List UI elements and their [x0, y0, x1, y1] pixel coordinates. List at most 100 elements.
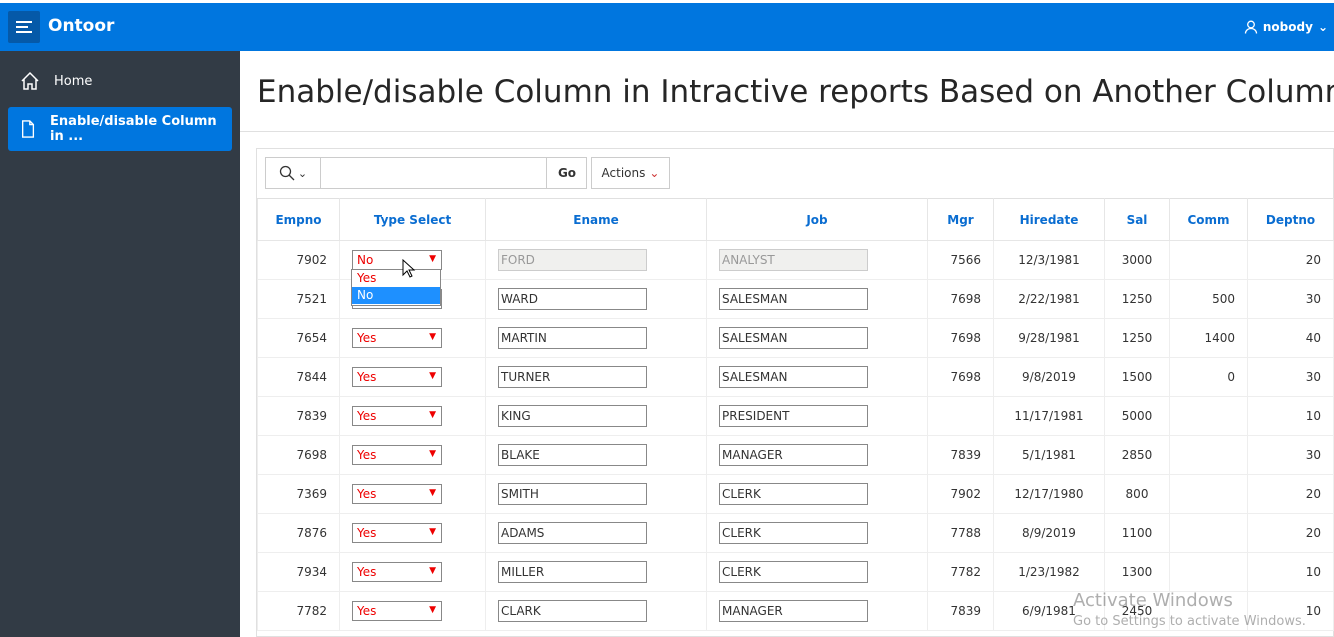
- cell-mgr: 7839: [927, 435, 994, 475]
- cell-ename: WARD: [485, 279, 707, 319]
- cell-type-select: Yes: [339, 591, 486, 631]
- type-select[interactable]: Yes: [352, 367, 442, 387]
- cell-hiredate: 12/17/1980: [993, 474, 1105, 514]
- cell-deptno: 30: [1247, 357, 1334, 397]
- column-header-job[interactable]: Job: [706, 198, 928, 241]
- cell-type-select: Yes: [339, 396, 486, 436]
- home-icon: [21, 71, 39, 90]
- column-header-empno[interactable]: Empno: [257, 198, 340, 241]
- cell-job: SALESMAN: [706, 357, 928, 397]
- column-header-mgr[interactable]: Mgr: [927, 198, 994, 241]
- actions-button[interactable]: Actions ⌄: [591, 157, 670, 189]
- cell-hiredate: 5/1/1981: [993, 435, 1105, 475]
- ename-input[interactable]: MARTIN: [498, 327, 647, 349]
- cell-empno: 7654: [257, 318, 340, 358]
- top-bar: Ontoor nobody ⌄: [0, 3, 1334, 51]
- column-header-sal[interactable]: Sal: [1104, 198, 1170, 241]
- user-icon: [1244, 20, 1258, 34]
- ename-input[interactable]: SMITH: [498, 483, 647, 505]
- cell-mgr: 7902: [927, 474, 994, 514]
- cell-deptno: 20: [1247, 474, 1334, 514]
- job-input[interactable]: CLERK: [719, 522, 868, 544]
- cell-ename: SMITH: [485, 474, 707, 514]
- cell-empno: 7902: [257, 240, 340, 280]
- job-input[interactable]: SALESMAN: [719, 327, 868, 349]
- dropdown-option-no[interactable]: No: [352, 287, 440, 304]
- menu-toggle-button[interactable]: [8, 11, 40, 43]
- cell-mgr: 7566: [927, 240, 994, 280]
- dropdown-option-yes[interactable]: Yes: [352, 270, 440, 287]
- sidebar-item-home[interactable]: Home: [8, 59, 232, 103]
- user-name: nobody: [1262, 20, 1313, 34]
- cell-comm: 1400: [1169, 318, 1248, 358]
- search-column-button[interactable]: ⌄: [266, 158, 321, 188]
- cell-empno: 7369: [257, 474, 340, 514]
- search-bar: ⌄: [265, 157, 587, 189]
- column-header-comm[interactable]: Comm: [1169, 198, 1248, 241]
- watermark-subtitle: Go to Settings to activate Windows.: [1073, 614, 1306, 629]
- cell-ename: BLAKE: [485, 435, 707, 475]
- cell-comm: [1169, 513, 1248, 553]
- column-header-hiredate[interactable]: Hiredate: [993, 198, 1105, 241]
- job-input[interactable]: CLERK: [719, 483, 868, 505]
- cell-comm: 500: [1169, 279, 1248, 319]
- cell-hiredate: 2/22/1981: [993, 279, 1105, 319]
- job-input[interactable]: MANAGER: [719, 444, 868, 466]
- cell-job: SALESMAN: [706, 318, 928, 358]
- ename-input[interactable]: TURNER: [498, 366, 647, 388]
- ename-input[interactable]: BLAKE: [498, 444, 647, 466]
- cell-empno: 7934: [257, 552, 340, 592]
- cell-deptno: 40: [1247, 318, 1334, 358]
- cell-mgr: 7788: [927, 513, 994, 553]
- ename-input[interactable]: WARD: [498, 288, 647, 310]
- job-input[interactable]: MANAGER: [719, 600, 868, 622]
- type-select[interactable]: Yes: [352, 328, 442, 348]
- page-title: Enable/disable Column in Intractive repo…: [257, 74, 1334, 110]
- cell-mgr: 7698: [927, 357, 994, 397]
- type-select[interactable]: Yes: [352, 484, 442, 504]
- job-input[interactable]: CLERK: [719, 561, 868, 583]
- cell-sal: 3000: [1104, 240, 1170, 280]
- app-name[interactable]: Ontoor: [48, 16, 114, 36]
- cell-type-select: Yes: [339, 357, 486, 397]
- job-input[interactable]: SALESMAN: [719, 288, 868, 310]
- type-select[interactable]: No: [352, 250, 442, 270]
- cell-job: CLERK: [706, 552, 928, 592]
- type-select[interactable]: Yes: [352, 562, 442, 582]
- sidebar-item-enable-disable[interactable]: Enable/disable Column in ...: [8, 107, 232, 151]
- cell-mgr: 7698: [927, 279, 994, 319]
- cell-ename: KING: [485, 396, 707, 436]
- cell-job: MANAGER: [706, 591, 928, 631]
- divider: [240, 131, 1334, 132]
- column-header-ename[interactable]: Ename: [485, 198, 707, 241]
- cell-deptno: 30: [1247, 435, 1334, 475]
- user-menu[interactable]: nobody ⌄: [1244, 20, 1328, 34]
- type-select[interactable]: Yes: [352, 601, 442, 621]
- go-button[interactable]: Go: [546, 157, 587, 189]
- job-input: ANALYST: [719, 249, 868, 271]
- cell-type-select: Yes: [339, 513, 486, 553]
- job-input[interactable]: SALESMAN: [719, 366, 868, 388]
- cell-sal: 1250: [1104, 318, 1170, 358]
- ename-input[interactable]: CLARK: [498, 600, 647, 622]
- cell-type-select: Yes: [339, 552, 486, 592]
- cell-comm: [1169, 396, 1248, 436]
- cell-mgr: 7839: [927, 591, 994, 631]
- ename-input[interactable]: MILLER: [498, 561, 647, 583]
- ename-input[interactable]: KING: [498, 405, 647, 427]
- cell-empno: 7876: [257, 513, 340, 553]
- column-header-type-select[interactable]: Type Select: [339, 198, 486, 241]
- chevron-down-icon: ⌄: [1317, 20, 1328, 34]
- table-row: 7369 Yes SMITH CLERK 790212/17/1980800 20: [257, 474, 1334, 514]
- cell-hiredate: 12/3/1981: [993, 240, 1105, 280]
- cell-ename: ADAMS: [485, 513, 707, 553]
- type-select[interactable]: Yes: [352, 406, 442, 426]
- type-select[interactable]: Yes: [352, 523, 442, 543]
- type-select[interactable]: Yes: [352, 445, 442, 465]
- ename-input[interactable]: ADAMS: [498, 522, 647, 544]
- column-header-deptno[interactable]: Deptno: [1247, 198, 1334, 241]
- job-input[interactable]: PRESIDENT: [719, 405, 868, 427]
- cell-hiredate: 9/8/2019: [993, 357, 1105, 397]
- cell-type-select: Yes: [339, 318, 486, 358]
- cell-empno: 7844: [257, 357, 340, 397]
